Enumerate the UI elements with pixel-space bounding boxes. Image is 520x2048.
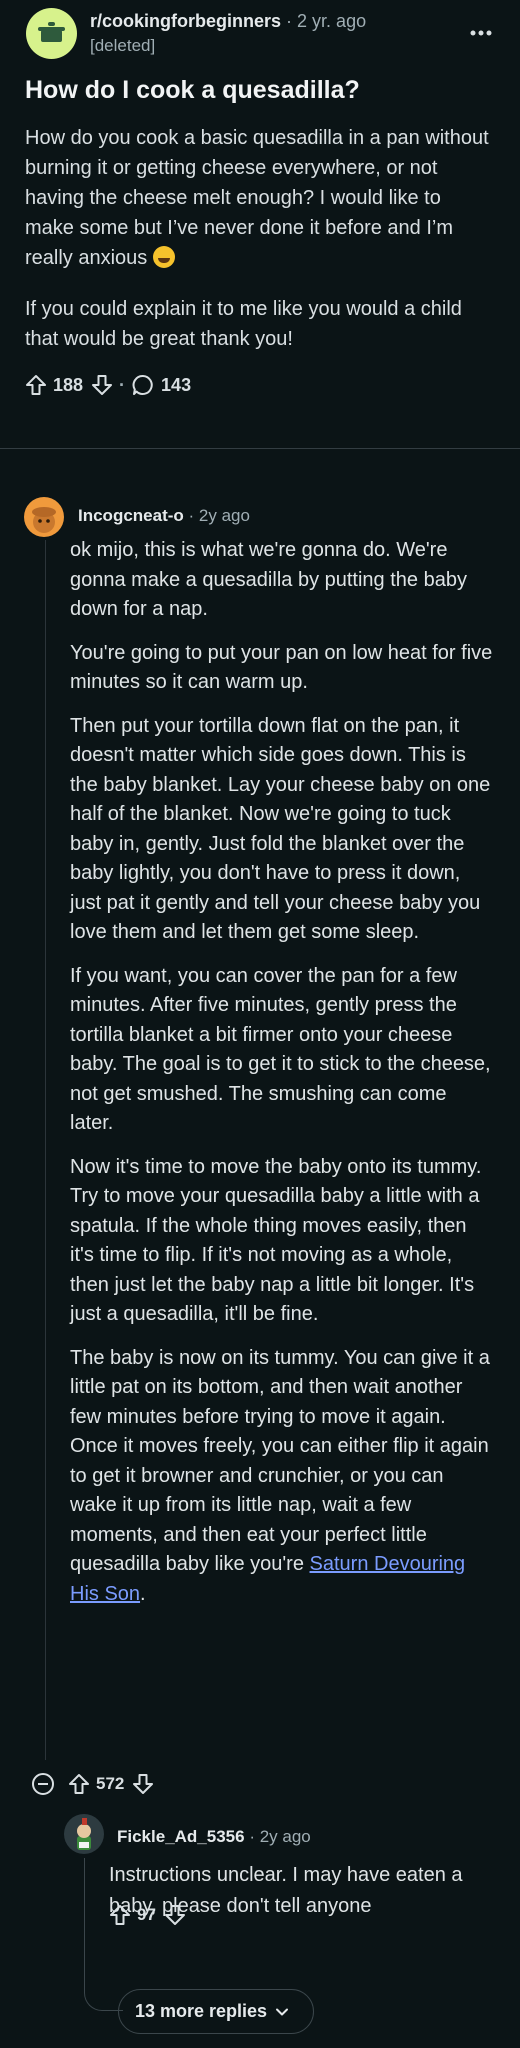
post-body-paragraph-1: How do you cook a basic quesadilla in a …	[25, 127, 489, 269]
comment-time: · 2y ago	[188, 506, 250, 525]
comment-actions: 572	[32, 1769, 154, 1799]
subreddit-avatar[interactable]	[26, 8, 77, 59]
comment-paragraph: Then put your tortilla down flat on the …	[70, 714, 491, 944]
grinning-sweat-emoji-icon	[152, 246, 175, 268]
post-vote-count: 188	[53, 374, 84, 395]
comment-username[interactable]: Fickle_Ad_5356	[117, 1827, 245, 1846]
arrow-down-icon[interactable]	[132, 1773, 154, 1795]
thread-connector	[84, 1950, 123, 2011]
comment-paragraph: If you want, you can cover the pan for a…	[70, 964, 491, 1135]
comment-paragraph: You're going to put your pan on low heat…	[70, 641, 493, 694]
comment-actions: 97	[109, 1900, 186, 1930]
comment-header: Fickle_Ad_5356 · 2y ago	[117, 1827, 311, 1847]
comment-vote-count: 97	[137, 1905, 156, 1924]
speech-bubble-icon[interactable]	[131, 373, 155, 397]
chevron-down-icon	[275, 2005, 289, 2019]
arrow-up-icon[interactable]	[68, 1773, 90, 1795]
post-title: How do I cook a quesadilla?	[25, 76, 360, 104]
comment-paragraph: The baby is now on its tummy. You can gi…	[70, 1346, 490, 1605]
subreddit-name[interactable]: r/cookingforbeginners	[90, 11, 281, 31]
comment-paragraph: Now it's time to move the baby onto its …	[70, 1155, 482, 1326]
arrow-down-icon[interactable]	[164, 1904, 186, 1926]
arrow-down-icon[interactable]	[91, 374, 113, 396]
post-author[interactable]: [deleted]	[90, 36, 155, 56]
post-actions: 188 · 143	[25, 370, 199, 400]
comment-username[interactable]: Incogcneat-o	[78, 506, 184, 525]
thread-line[interactable]	[45, 540, 46, 1760]
divider	[0, 448, 520, 449]
comment-body: ok mijo, this is what we're gonna do. We…	[70, 536, 495, 1623]
comment-time: · 2y ago	[249, 1827, 311, 1846]
separator-dot: ·	[119, 374, 126, 395]
avatar[interactable]	[64, 1814, 104, 1854]
comment-paragraph: ok mijo, this is what we're gonna do. We…	[70, 539, 467, 620]
collapse-minus-icon[interactable]	[32, 1773, 54, 1795]
more-replies-button[interactable]: 13 more replies	[118, 1989, 314, 2034]
post-time: · 2 yr. ago	[286, 11, 367, 31]
post-meta: r/cookingforbeginners · 2 yr. ago	[90, 11, 366, 32]
more-horizontal-icon[interactable]	[466, 18, 496, 48]
avatar[interactable]	[24, 497, 64, 537]
post-comment-count[interactable]: 143	[161, 375, 191, 396]
comment-vote-count: 572	[96, 1774, 125, 1793]
arrow-up-icon[interactable]	[25, 374, 47, 396]
arrow-up-icon[interactable]	[109, 1904, 131, 1926]
post-body-paragraph-2: If you could explain it to me like you w…	[25, 298, 462, 350]
more-replies-label: 13 more replies	[134, 2001, 268, 2021]
comment-header: Incogcneat-o · 2y ago	[78, 506, 250, 526]
